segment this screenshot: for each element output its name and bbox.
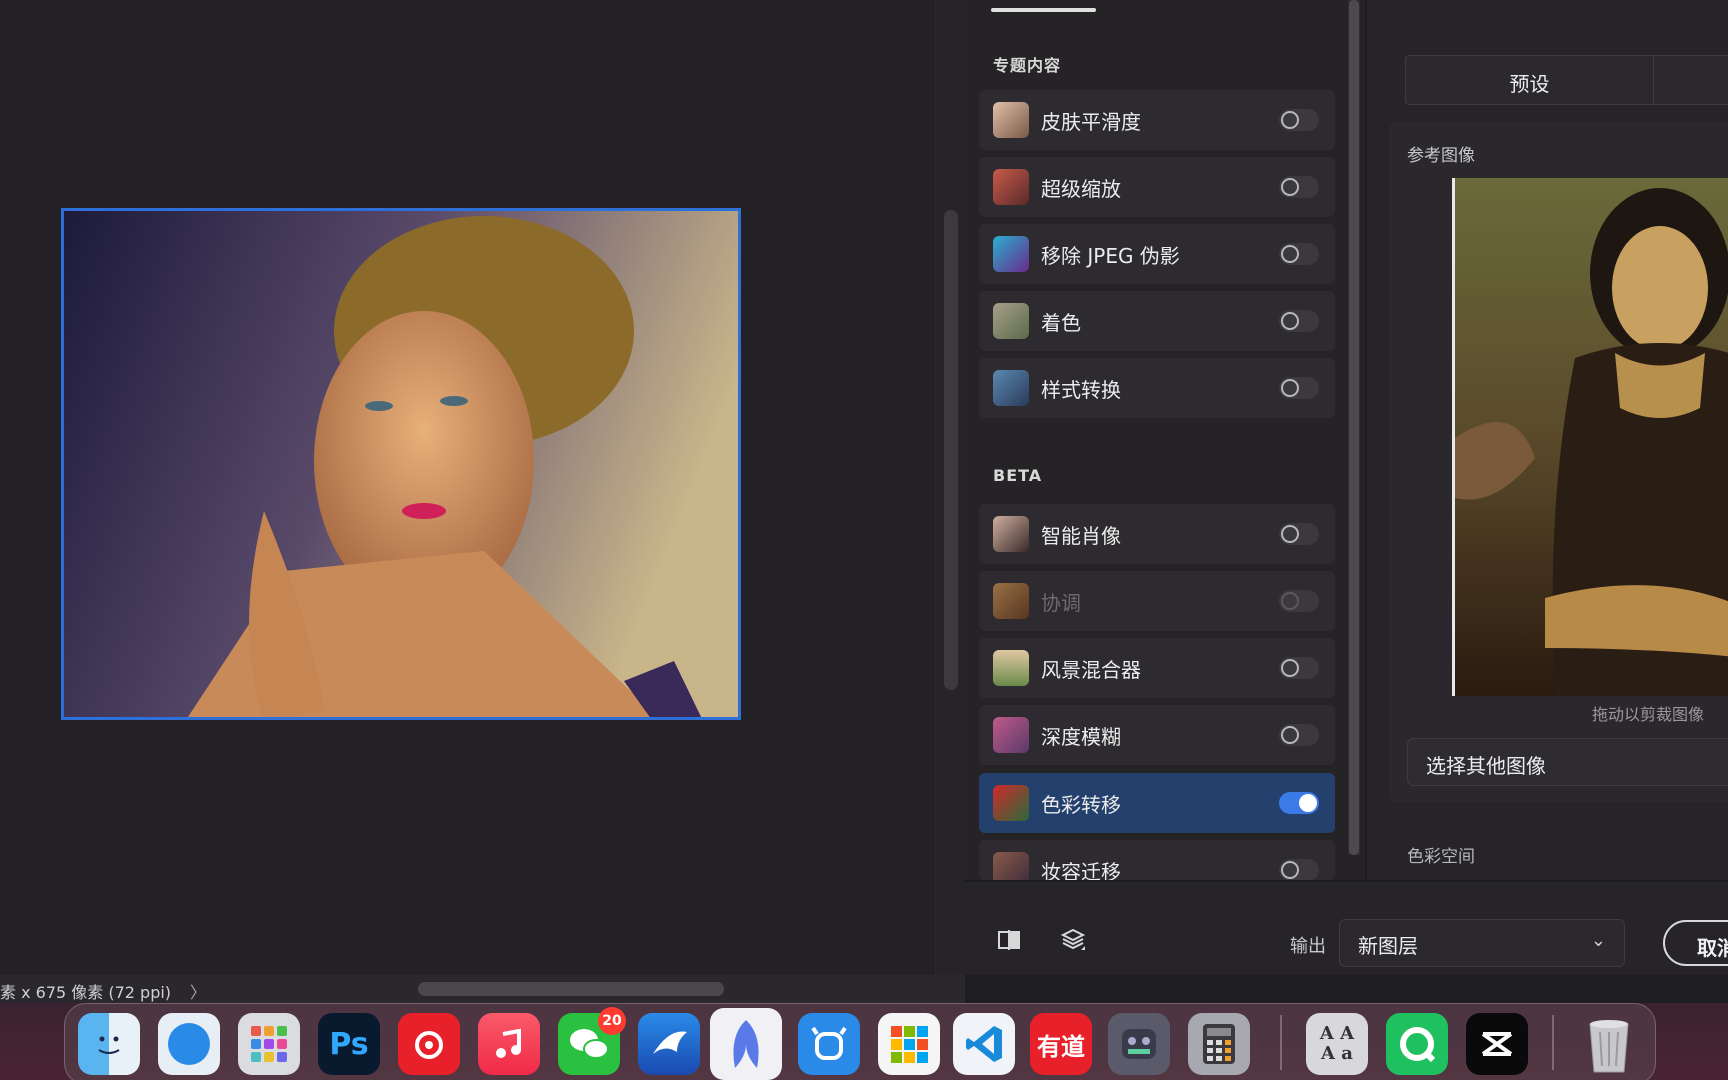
filter-toggle[interactable]: [1279, 657, 1319, 679]
filter-item-skin-smoothing[interactable]: 皮肤平滑度: [979, 90, 1335, 150]
document-image[interactable]: [61, 208, 741, 720]
canvas-vertical-scrollbar[interactable]: [935, 0, 965, 975]
harmonization-icon: [993, 583, 1029, 619]
filter-item-smart-portrait[interactable]: 智能肖像: [979, 504, 1335, 564]
filter-label: 样式转换: [1041, 378, 1121, 402]
calculator-icon[interactable]: [1188, 1013, 1250, 1075]
filter-label: 协调: [1041, 591, 1081, 615]
filters-scrollbar[interactable]: [1348, 0, 1360, 855]
robot-app-icon[interactable]: [1108, 1013, 1170, 1075]
crop-hint: 拖动以剪裁图像: [1592, 705, 1705, 724]
wechat-unread-badge: 20: [598, 1007, 626, 1035]
netease-music-icon[interactable]: [398, 1013, 460, 1075]
section-featured-heading: 专题内容: [993, 56, 1062, 75]
filter-toggle[interactable]: [1279, 792, 1319, 814]
status-bar: 素 x 675 像素 (72 ppi) 〉: [0, 975, 965, 1003]
document-info: 素 x 675 像素 (72 ppi): [0, 983, 172, 1002]
filter-label: 深度模糊: [1041, 725, 1121, 749]
color-transfer-icon: [993, 785, 1029, 821]
skin-smoothing-icon: [993, 102, 1029, 138]
smart-portrait-icon: [993, 516, 1029, 552]
chevron-down-icon: ⌄: [1590, 930, 1606, 951]
neural-filters-list: 专题内容 皮肤平滑度 超级缩放 移除 JPEG 伪影 着色 样式转换 BETA: [965, 0, 1365, 880]
layers-icon[interactable]: [1059, 926, 1087, 954]
filter-label: 皮肤平滑度: [1041, 110, 1141, 134]
photoshop-icon[interactable]: Ps: [318, 1013, 380, 1075]
filter-item-landscape-mixer[interactable]: 风景混合器: [979, 638, 1335, 698]
canvas-horizontal-scroll-thumb[interactable]: [418, 982, 724, 996]
super-zoom-icon: [993, 169, 1029, 205]
status-menu-chevron-icon[interactable]: 〉: [190, 979, 206, 1003]
filter-settings-panel: 预设 参考图像 拖动以剪裁图像 选择其他图像 色彩空间: [1365, 0, 1728, 880]
filter-item-colorize[interactable]: 着色: [979, 291, 1335, 351]
capcut-icon[interactable]: [1466, 1013, 1528, 1075]
filter-item-makeup-transfer[interactable]: 妆容迁移: [979, 840, 1335, 880]
section-beta-heading: BETA: [993, 466, 1043, 485]
ai-app-icon[interactable]: [710, 1008, 782, 1080]
depth-blur-icon: [993, 717, 1029, 753]
tab-preset[interactable]: 预设: [1406, 56, 1654, 104]
cancel-button[interactable]: 取消: [1663, 920, 1728, 966]
microsoft-app-icon[interactable]: [878, 1013, 940, 1075]
filter-toggle[interactable]: [1279, 109, 1319, 131]
active-tab-indicator: [991, 8, 1096, 12]
launchpad-icon[interactable]: [238, 1013, 300, 1075]
filter-label: 智能肖像: [1041, 524, 1121, 548]
color-space-label: 色彩空间: [1407, 847, 1475, 867]
app-window: 素 x 675 像素 (72 ppi) 〉 专题内容 皮肤平滑度 超级缩放 移除…: [0, 0, 1728, 1080]
music-icon[interactable]: [478, 1013, 540, 1075]
font-book-icon[interactable]: A A A a: [1306, 1013, 1368, 1075]
landscape-mixer-icon: [993, 650, 1029, 686]
finder-icon[interactable]: [78, 1013, 140, 1075]
youdao-dictionary-icon[interactable]: 有道: [1030, 1013, 1092, 1075]
filters-scroll-thumb[interactable]: [1349, 0, 1359, 855]
filter-toggle: [1279, 590, 1319, 612]
filter-toggle[interactable]: [1279, 243, 1319, 265]
trash-icon[interactable]: [1578, 1013, 1640, 1075]
vscode-icon[interactable]: [953, 1013, 1015, 1075]
filter-toggle[interactable]: [1279, 377, 1319, 399]
filter-item-color-transfer[interactable]: 色彩转移: [979, 773, 1335, 833]
filter-toggle[interactable]: [1279, 859, 1319, 880]
filter-item-style-transfer[interactable]: 样式转换: [979, 358, 1335, 418]
source-tabs: 预设: [1405, 55, 1728, 105]
todo-app-icon[interactable]: [798, 1013, 860, 1075]
safari-icon[interactable]: [158, 1013, 220, 1075]
reference-image-title: 参考图像: [1407, 146, 1475, 166]
output-label: 输出: [1290, 936, 1326, 957]
document-canvas[interactable]: [0, 0, 935, 975]
filter-toggle[interactable]: [1279, 176, 1319, 198]
filter-label: 着色: [1041, 311, 1081, 335]
filter-item-harmonization: 协调: [979, 571, 1335, 631]
filter-label: 风景混合器: [1041, 658, 1141, 682]
dock-separator: [1280, 1015, 1282, 1070]
style-transfer-icon: [993, 370, 1029, 406]
filter-label: 超级缩放: [1041, 177, 1121, 201]
filter-label: 妆容迁移: [1041, 860, 1121, 880]
preview-split-icon[interactable]: [995, 926, 1023, 954]
reference-image[interactable]: [1452, 178, 1728, 696]
bird-app-icon[interactable]: [638, 1013, 700, 1075]
filter-label: 色彩转移: [1041, 793, 1121, 817]
output-value: 新图层: [1358, 934, 1418, 958]
makeup-transfer-icon: [993, 852, 1029, 880]
filter-toggle[interactable]: [1279, 724, 1319, 746]
filter-toggle[interactable]: [1279, 523, 1319, 545]
colorize-icon: [993, 303, 1029, 339]
dock-separator: [1552, 1015, 1554, 1070]
filter-toggle[interactable]: [1279, 310, 1319, 332]
wechat-icon[interactable]: 20: [558, 1007, 626, 1075]
choose-other-image-button[interactable]: 选择其他图像: [1407, 738, 1728, 786]
filter-item-depth-blur[interactable]: 深度模糊: [979, 705, 1335, 765]
filter-item-super-zoom[interactable]: 超级缩放: [979, 157, 1335, 217]
green-app-icon[interactable]: [1386, 1013, 1448, 1075]
filter-item-jpeg-artifacts[interactable]: 移除 JPEG 伪影: [979, 224, 1335, 284]
output-select[interactable]: 新图层 ⌄: [1339, 919, 1625, 967]
jpeg-artifacts-icon: [993, 236, 1029, 272]
filter-label: 移除 JPEG 伪影: [1041, 244, 1180, 268]
filter-bottom-bar: 输出 新图层 ⌄ 取消: [965, 880, 1728, 975]
canvas-vertical-scroll-thumb[interactable]: [944, 210, 958, 690]
